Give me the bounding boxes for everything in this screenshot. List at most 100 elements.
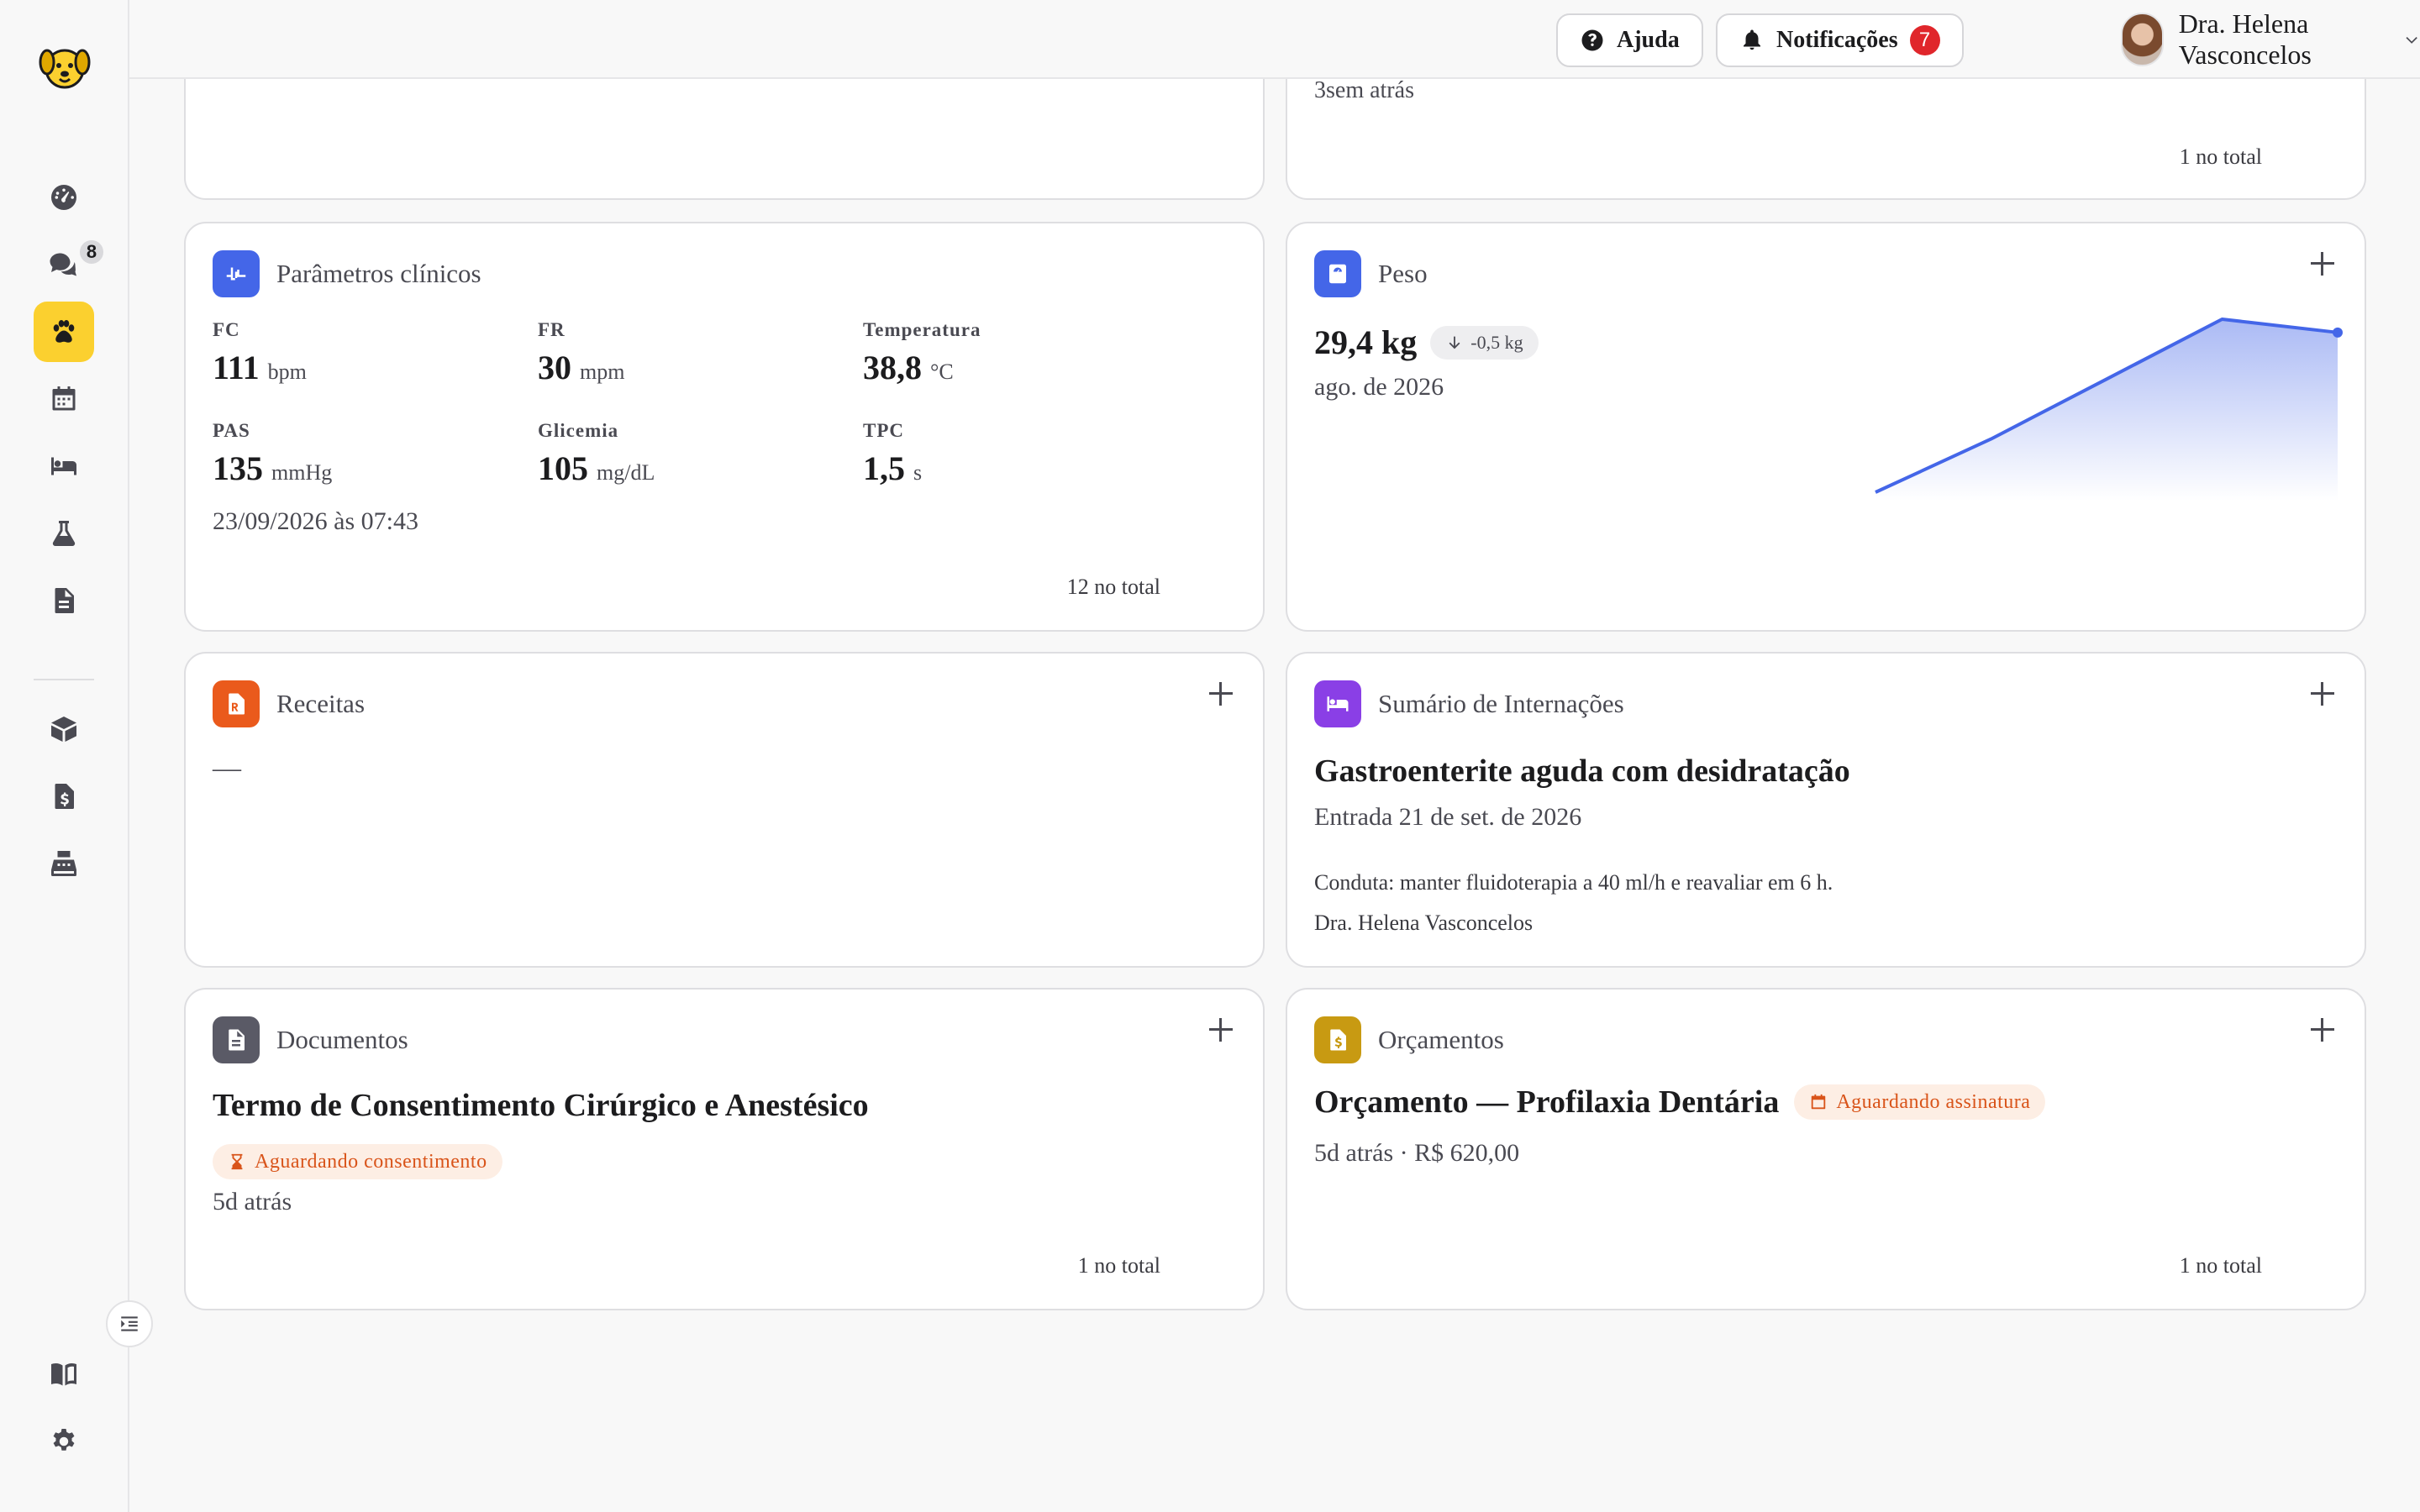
sidebar-item-patients[interactable] bbox=[34, 302, 94, 362]
user-name: Dra. Helena Vasconcelos bbox=[2178, 8, 2312, 70]
budget-status-label: Aguardando assinatura bbox=[1836, 1090, 2031, 1113]
param-label: Glicemia bbox=[538, 420, 619, 441]
param-label: TPC bbox=[863, 420, 904, 441]
hospitalization-card-header: Sumário de Internações bbox=[1314, 680, 1624, 727]
hospitalization-diagnosis[interactable]: Gastroenterite aguda com desidratação bbox=[1314, 753, 1850, 790]
budgets-total-link[interactable]: 1 no total bbox=[2180, 1253, 2262, 1278]
flask-icon bbox=[52, 521, 76, 546]
param-label: FR bbox=[538, 319, 566, 340]
help-label: Ajuda bbox=[1617, 27, 1680, 53]
document-status-label: Aguardando consentimento bbox=[255, 1150, 487, 1173]
param-value: 38,8 bbox=[863, 349, 922, 386]
weight-date: ago. de 2026 bbox=[1314, 373, 1444, 401]
sidebar-item-dashboard[interactable] bbox=[34, 167, 94, 228]
bed-icon bbox=[1314, 680, 1361, 727]
param-unit: mpm bbox=[580, 360, 625, 384]
sidebar-item-messages[interactable]: 8 bbox=[34, 234, 106, 295]
document-icon bbox=[55, 588, 74, 613]
book-icon bbox=[51, 1363, 76, 1386]
sidebar-item-calendar[interactable] bbox=[34, 369, 94, 429]
weight-chart bbox=[1875, 318, 2343, 501]
hospitalization-card: Sumário de Internações Gastroenterite ag… bbox=[1286, 652, 2366, 968]
invoice-icon bbox=[55, 784, 74, 809]
weight-value: 29,4 kg bbox=[1314, 323, 1418, 361]
add-budget-button[interactable] bbox=[2306, 1013, 2339, 1047]
previous-card-time: 3sem atrás bbox=[1314, 77, 1414, 103]
weight-card: Peso 29,4 kg -0,5 kg ago. de 2026 bbox=[1286, 222, 2366, 632]
sidebar-item-inventory[interactable] bbox=[34, 699, 94, 759]
clinical-total-link[interactable]: 12 no total bbox=[1067, 575, 1160, 600]
budgets-card-title: Orçamentos bbox=[1378, 1025, 1504, 1054]
hospitalization-doctor: Dra. Helena Vasconcelos bbox=[1314, 911, 1534, 935]
sidebar-item-lab[interactable] bbox=[34, 503, 94, 564]
top-header: Ajuda Notificações 7 Dra. Helena Vasconc… bbox=[129, 0, 2420, 79]
clinical-timestamp: 23/09/2026 às 07:43 bbox=[213, 507, 418, 535]
weight-last-point bbox=[2333, 327, 2343, 338]
add-prescription-button[interactable] bbox=[1204, 677, 1238, 711]
param-unit: mg/dL bbox=[597, 460, 655, 485]
param-label: Temperatura bbox=[863, 319, 981, 340]
chevron-down-icon bbox=[2406, 37, 2417, 44]
add-hospitalization-button[interactable] bbox=[2306, 677, 2339, 711]
indent-icon bbox=[121, 1316, 138, 1331]
add-weight-button[interactable] bbox=[2306, 247, 2339, 281]
documents-card-header: Documentos bbox=[213, 1016, 408, 1063]
cash-register-icon bbox=[51, 851, 76, 876]
hospitalization-entry: Entrada 21 de set. de 2026 bbox=[1314, 803, 1582, 831]
hospitalization-card-title: Sumário de Internações bbox=[1378, 689, 1624, 718]
gear-icon bbox=[53, 1429, 75, 1451]
sidebar-collapse-button[interactable] bbox=[106, 1300, 153, 1347]
param-value: 105 bbox=[538, 449, 588, 487]
document-title[interactable]: Termo de Consentimento Cirúrgico e Anest… bbox=[213, 1087, 869, 1124]
help-button[interactable]: Ajuda bbox=[1556, 13, 1703, 67]
budgets-card-header: Orçamentos bbox=[1314, 1016, 1504, 1063]
param-value: 30 bbox=[538, 349, 571, 386]
weight-delta-badge: -0,5 kg bbox=[1430, 325, 1539, 360]
calendar-icon bbox=[1812, 1094, 1826, 1110]
notifications-count-badge: 7 bbox=[1909, 25, 1940, 55]
param-unit: °C bbox=[930, 360, 954, 384]
prescriptions-card: Receitas — bbox=[184, 652, 1265, 968]
calendar-icon bbox=[52, 386, 76, 411]
documents-total-link[interactable]: 1 no total bbox=[1078, 1253, 1160, 1278]
budget-row: Orçamento — Profilaxia Dentária Aguardan… bbox=[1314, 1084, 2046, 1121]
param-value: 1,5 bbox=[863, 449, 905, 487]
scale-icon bbox=[1314, 250, 1361, 297]
dog-logo-icon[interactable] bbox=[35, 37, 94, 96]
param-fc: FC 111 bpm bbox=[213, 319, 307, 387]
pulse-icon bbox=[213, 250, 260, 297]
avatar bbox=[2121, 13, 2164, 66]
param-pas: PAS 135 mmHg bbox=[213, 420, 332, 488]
budget-title[interactable]: Orçamento — Profilaxia Dentária bbox=[1314, 1084, 1779, 1121]
clinical-parameters-card: Parâmetros clínicos FC 111 bpm FR 30 mpm… bbox=[184, 222, 1265, 632]
help-icon bbox=[1581, 29, 1603, 51]
notifications-button[interactable]: Notificações 7 bbox=[1716, 13, 1964, 67]
documents-card-title: Documentos bbox=[276, 1025, 408, 1054]
dashboard-icon bbox=[51, 185, 76, 210]
document-icon bbox=[213, 1016, 260, 1063]
sidebar-item-documents[interactable] bbox=[34, 570, 94, 631]
budget-meta: 5d atrás · R$ 620,00 bbox=[1314, 1139, 1520, 1167]
param-unit: bpm bbox=[267, 360, 307, 384]
previous-card-total[interactable]: 1 no total bbox=[2180, 144, 2262, 170]
budgets-card: Orçamentos Orçamento — Profilaxia Dentár… bbox=[1286, 988, 2366, 1310]
sidebar-item-finance[interactable] bbox=[34, 766, 94, 827]
sidebar-item-pos[interactable] bbox=[34, 833, 94, 894]
sidebar-item-hospitalization[interactable] bbox=[34, 436, 94, 496]
user-menu[interactable]: Dra. Helena Vasconcelos bbox=[2121, 8, 2420, 70]
sidebar-divider bbox=[34, 679, 94, 680]
add-document-button[interactable] bbox=[1204, 1013, 1238, 1047]
param-label: FC bbox=[213, 319, 240, 340]
param-fr: FR 30 mpm bbox=[538, 319, 624, 387]
clinical-card-title: Parâmetros clínicos bbox=[276, 259, 481, 288]
chat-icon bbox=[50, 253, 76, 276]
box-icon bbox=[51, 717, 76, 742]
sidebar-item-guide[interactable] bbox=[34, 1344, 94, 1404]
param-value: 135 bbox=[213, 449, 263, 487]
param-glycemia: Glicemia 105 mg/dL bbox=[538, 420, 655, 488]
clinical-card-header: Parâmetros clínicos bbox=[213, 250, 481, 297]
sidebar-item-settings[interactable] bbox=[34, 1411, 94, 1472]
paw-icon bbox=[53, 320, 75, 343]
bell-icon bbox=[1744, 29, 1760, 50]
status-badge: Aguardando assinatura bbox=[1794, 1084, 2046, 1120]
